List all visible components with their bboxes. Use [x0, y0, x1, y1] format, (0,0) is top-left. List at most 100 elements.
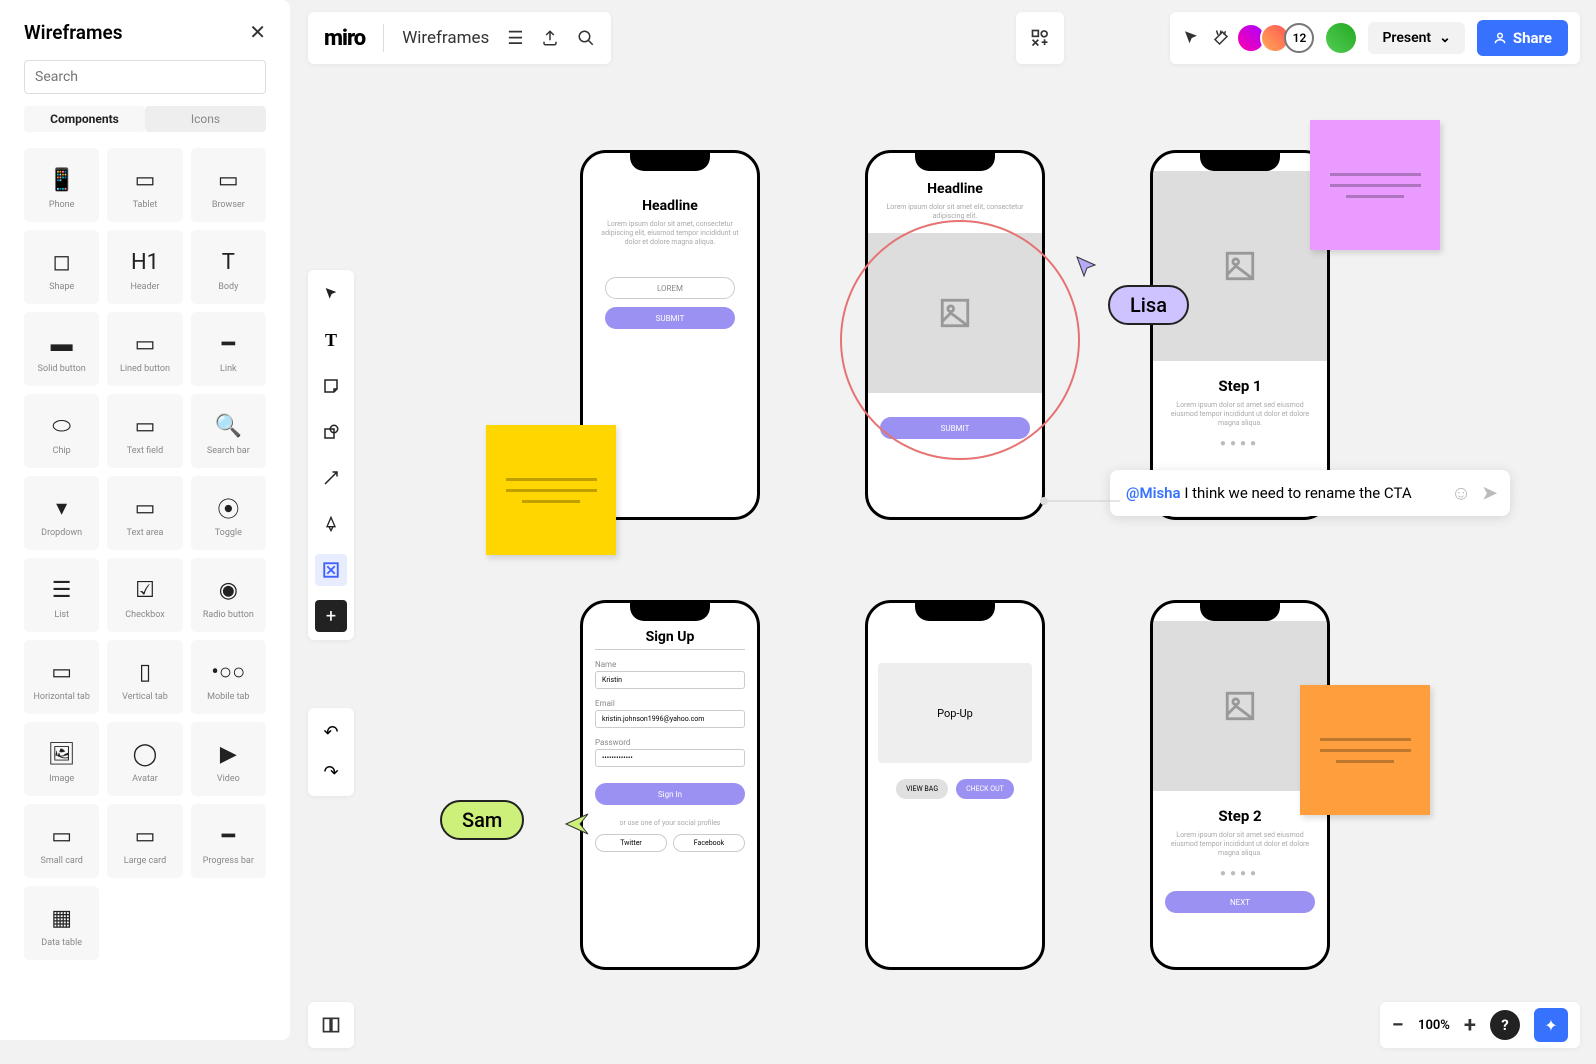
component-label: Browser [212, 200, 245, 210]
phone-notch [1200, 603, 1280, 621]
component-chip[interactable]: ⬭Chip [24, 394, 99, 468]
component-label: Text field [127, 446, 163, 456]
wf-twitter-button: Twitter [595, 834, 667, 852]
component-icon: ▭ [135, 160, 156, 200]
cursor-label-lisa: Lisa [1108, 285, 1189, 325]
phone-notch [915, 153, 995, 171]
wireframe-phone-3[interactable]: Step 1 Lorem ipsum dolor sit amet sed ei… [1150, 150, 1330, 520]
component-phone[interactable]: 📱Phone [24, 148, 99, 222]
component-label: Link [220, 364, 237, 374]
component-large-card[interactable]: ▭Large card [107, 804, 182, 878]
component-label: Header [130, 282, 159, 292]
wf-body-text: Lorem ipsum dolor sit amet sed eiusmod e… [1153, 831, 1327, 858]
component-label: Search bar [207, 446, 250, 456]
component-small-card[interactable]: ▭Small card [24, 804, 99, 878]
component-label: Video [217, 774, 240, 784]
wf-label-email: Email [595, 699, 745, 708]
wf-signin-button: Sign In [595, 783, 745, 805]
component-label: Small card [40, 856, 82, 866]
component-vertical-tab[interactable]: ▯Vertical tab [107, 640, 182, 714]
component-radio-button[interactable]: ◉Radio button [191, 558, 266, 632]
wireframe-phone-popup[interactable]: Pop-Up VIEW BAG CHECK OUT [865, 600, 1045, 970]
component-tablet[interactable]: ▭Tablet [107, 148, 182, 222]
wf-secondary-button: LOREM [605, 277, 735, 299]
sticky-note-pink[interactable] [1310, 120, 1440, 250]
component-icon: ▦ [51, 898, 72, 938]
component-body[interactable]: TBody [191, 230, 266, 304]
component-text-field[interactable]: ▭Text field [107, 394, 182, 468]
component-icon: ▾ [56, 488, 67, 528]
close-icon[interactable]: ✕ [249, 20, 266, 44]
wf-body-text: Lorem ipsum dolor sit amet, consectetur … [583, 220, 757, 247]
component-label: Progress bar [203, 856, 254, 866]
wf-body-text: Lorem ipsum dolor sit amet sed eiusmod e… [1153, 401, 1327, 428]
component-image[interactable]: 🖼Image [24, 722, 99, 796]
component-icon: ⦿ [217, 488, 239, 528]
component-toggle[interactable]: ⦿Toggle [191, 476, 266, 550]
component-mobile-tab[interactable]: •○○Mobile tab [191, 640, 266, 714]
wireframe-phone-signup[interactable]: Sign Up Name Kristin Email kristin.johns… [580, 600, 760, 970]
wf-headline: Headline [868, 181, 1042, 197]
component-checkbox[interactable]: ☑Checkbox [107, 558, 182, 632]
component-icon: ▭ [51, 652, 72, 692]
component-avatar[interactable]: ◯Avatar [107, 722, 182, 796]
comment-connector [1040, 496, 1120, 506]
emoji-icon[interactable]: ☺ [1451, 481, 1471, 506]
component-icon: ━ [222, 324, 235, 364]
component-icon: ⬭ [52, 406, 71, 446]
component-search-bar[interactable]: 🔍Search bar [191, 394, 266, 468]
component-icon: 📱 [48, 160, 75, 200]
wf-label-name: Name [595, 660, 745, 669]
wf-social-prompt: or use one of your social profiles [583, 819, 757, 828]
annotation-circle[interactable] [840, 220, 1080, 460]
tab-icons[interactable]: Icons [145, 106, 266, 132]
component-label: Solid button [38, 364, 86, 374]
wf-input-password: ••••••••••••• [595, 749, 745, 767]
search-input[interactable] [24, 60, 266, 94]
component-label: List [54, 610, 69, 620]
component-lined-button[interactable]: ▭Lined button [107, 312, 182, 386]
phone-notch [630, 153, 710, 171]
component-icon: ▭ [135, 816, 156, 856]
tab-components[interactable]: Components [24, 106, 145, 132]
wf-view-bag-button: VIEW BAG [896, 779, 948, 799]
canvas[interactable]: Headline Lorem ipsum dolor sit amet, con… [300, 0, 1596, 1064]
component-solid-button[interactable]: ▬Solid button [24, 312, 99, 386]
wf-step-title: Step 1 [1153, 377, 1327, 395]
component-icon: ▭ [51, 816, 72, 856]
component-horizontal-tab[interactable]: ▭Horizontal tab [24, 640, 99, 714]
component-video[interactable]: ▶Video [191, 722, 266, 796]
component-shape[interactable]: ◻Shape [24, 230, 99, 304]
component-icon: ▭ [135, 324, 156, 364]
component-label: Horizontal tab [33, 692, 89, 702]
component-browser[interactable]: ▭Browser [191, 148, 266, 222]
cursor-icon [564, 812, 592, 836]
component-label: Image [49, 774, 74, 784]
component-list[interactable]: ☰List [24, 558, 99, 632]
component-icon: ▭ [135, 406, 156, 446]
send-icon[interactable]: ➤ [1481, 481, 1498, 506]
wf-facebook-button: Facebook [673, 834, 745, 852]
sticky-note-orange[interactable] [1300, 685, 1430, 815]
wf-input-name: Kristin [595, 671, 745, 689]
component-label: Large card [124, 856, 166, 866]
component-label: Mobile tab [207, 692, 249, 702]
component-dropdown[interactable]: ▾Dropdown [24, 476, 99, 550]
component-icon: •○○ [211, 652, 245, 692]
component-data-table[interactable]: ▦Data table [24, 886, 99, 960]
phone-notch [1200, 153, 1280, 171]
component-header[interactable]: H1Header [107, 230, 182, 304]
component-icon: ━ [222, 816, 235, 856]
comment-text: I think we need to rename the CTA [1181, 484, 1412, 502]
wf-headline: Headline [583, 198, 757, 214]
component-link[interactable]: ━Link [191, 312, 266, 386]
wf-input-email: kristin.johnson1996@yahoo.com [595, 710, 745, 728]
cursor-label-sam: Sam [440, 800, 524, 840]
component-icon: ☑ [135, 570, 155, 610]
wf-page-dots: ●●●● [1153, 868, 1327, 879]
component-progress-bar[interactable]: ━Progress bar [191, 804, 266, 878]
component-icon: ◻ [53, 242, 71, 282]
component-text-area[interactable]: ▭Text area [107, 476, 182, 550]
sticky-note-yellow[interactable] [486, 425, 616, 555]
comment-box[interactable]: @Misha I think we need to rename the CTA… [1110, 470, 1510, 516]
